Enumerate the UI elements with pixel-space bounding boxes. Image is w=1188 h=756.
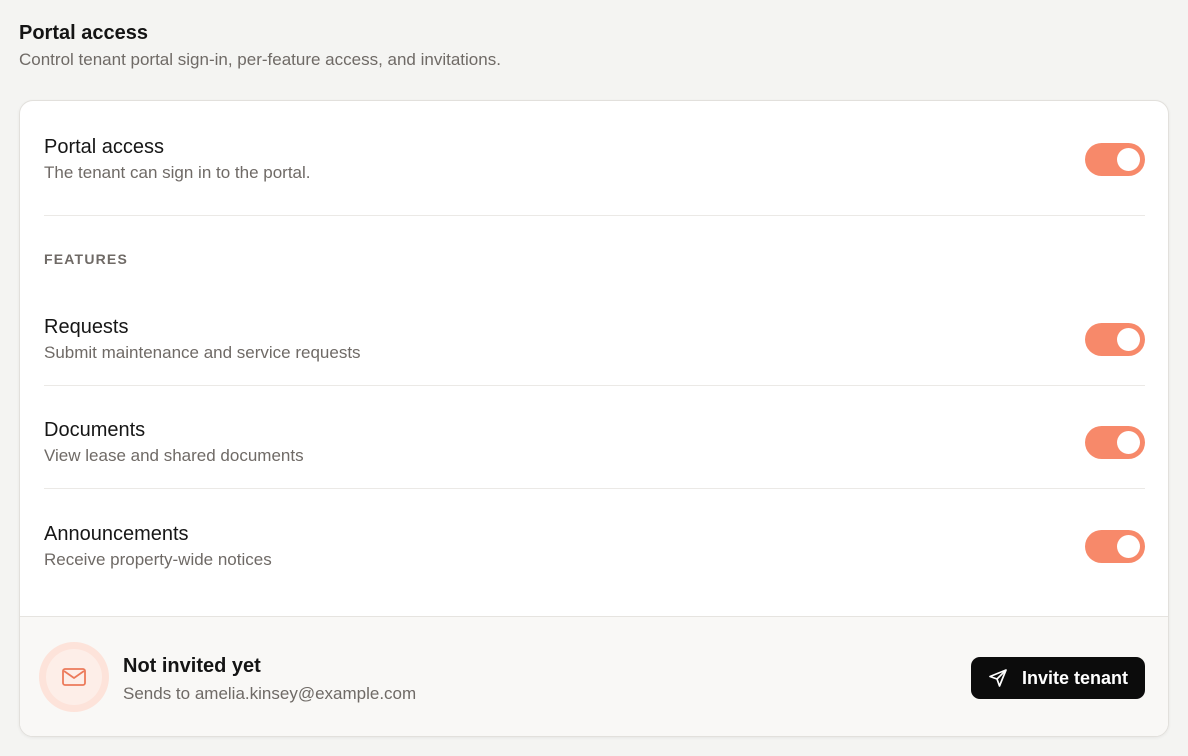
invite-button-label: Invite tenant — [1021, 667, 1128, 688]
page-title: Portal access — [19, 22, 148, 44]
divider — [44, 385, 1145, 386]
feature-row-requests: Requests Submit maintenance and service … — [44, 315, 1145, 364]
mail-icon — [62, 668, 86, 686]
portal-access-row: Portal access The tenant can sign in to … — [44, 135, 1145, 184]
documents-toggle[interactable] — [1085, 426, 1145, 459]
toggle-knob — [1117, 535, 1140, 558]
divider — [44, 488, 1145, 489]
invite-status-title: Not invited yet — [123, 655, 261, 677]
feature-row-announcements: Announcements Receive property-wide noti… — [44, 522, 1145, 571]
invite-status-avatar — [39, 642, 109, 712]
portal-access-card: Portal access The tenant can sign in to … — [19, 100, 1169, 737]
portal-access-description: The tenant can sign in to the portal. — [44, 163, 311, 182]
portal-access-title: Portal access — [44, 136, 165, 158]
feature-title: Requests — [44, 316, 129, 338]
divider — [44, 215, 1145, 216]
feature-title: Documents — [44, 419, 146, 441]
page-subtitle: Control tenant portal sign-in, per-featu… — [19, 50, 501, 69]
invite-recipient: Sends to amelia.kinsey@example.com — [123, 684, 417, 703]
feature-description: Receive property-wide notices — [44, 550, 272, 569]
toggle-knob — [1117, 148, 1140, 171]
requests-toggle[interactable] — [1085, 323, 1145, 356]
toggle-knob — [1117, 328, 1140, 351]
feature-title: Announcements — [44, 523, 189, 545]
invite-tenant-button[interactable]: Invite tenant — [971, 657, 1145, 699]
page-header: Portal access Control tenant portal sign… — [19, 20, 501, 71]
portal-access-toggle[interactable] — [1085, 143, 1145, 176]
feature-row-documents: Documents View lease and shared document… — [44, 418, 1145, 467]
invite-footer: Not invited yet Sends to amelia.kinsey@e… — [20, 616, 1168, 736]
feature-description: Submit maintenance and service requests — [44, 343, 361, 362]
features-section-label: FEATURES — [44, 251, 129, 267]
toggle-knob — [1117, 431, 1140, 454]
send-icon — [989, 669, 1007, 687]
announcements-toggle[interactable] — [1085, 530, 1145, 563]
feature-description: View lease and shared documents — [44, 446, 304, 465]
